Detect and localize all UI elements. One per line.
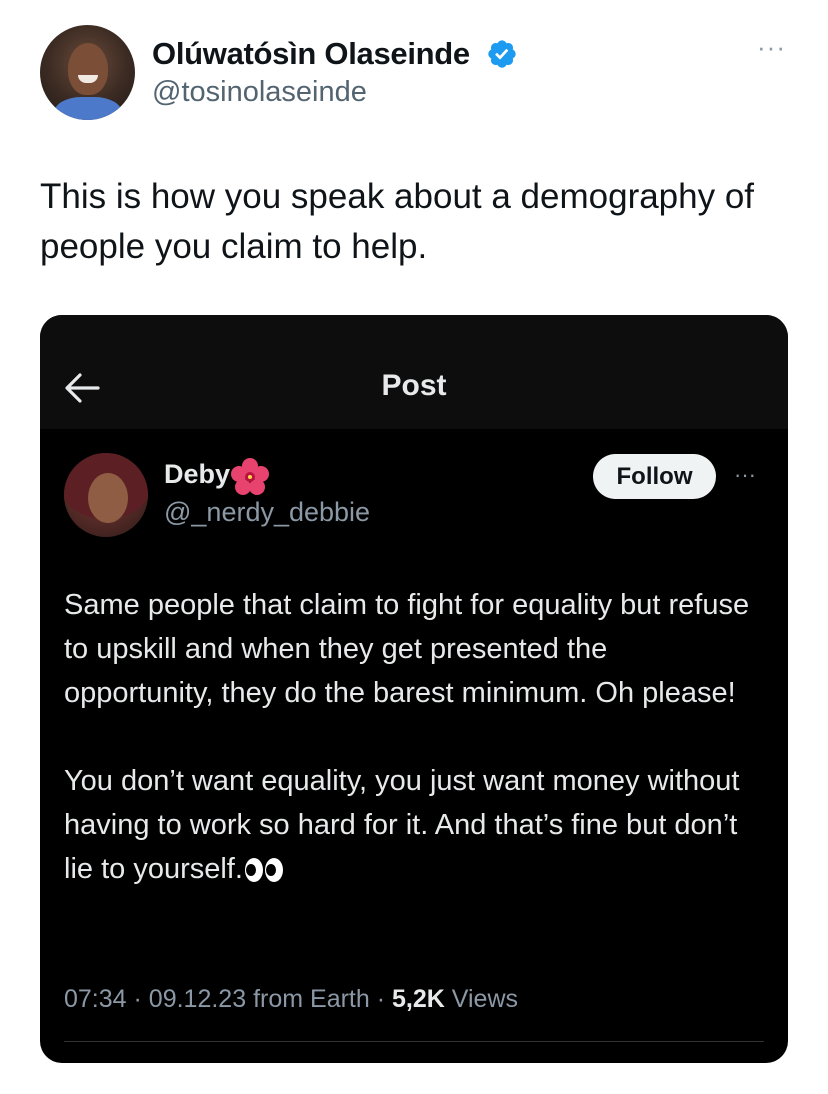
meta-separator: · [133, 985, 142, 1013]
divider [64, 1041, 764, 1042]
embedded-post-title: Post [381, 369, 447, 402]
post-source: from Earth [253, 985, 370, 1013]
post-date: 09.12.23 [148, 985, 247, 1013]
author-name[interactable]: Olúwatósìn Olaseinde [152, 36, 470, 72]
embedded-post-screenshot: Post Deby @_nerdy_debbie Follow ··· Same… [40, 315, 788, 1063]
embedded-author-name[interactable]: Deby [164, 459, 230, 490]
post-time: 07:34 [64, 985, 127, 1013]
follow-button[interactable]: Follow [593, 454, 716, 499]
hibiscus-icon [231, 458, 269, 495]
more-options-button[interactable]: ··· [757, 32, 786, 63]
embedded-post-meta: 07:34 · 09.12.23 from Earth · 5,2K Views [64, 985, 518, 1014]
verified-badge-icon [488, 40, 516, 68]
eyes-icon [244, 858, 283, 882]
embedded-author-handle[interactable]: @_nerdy_debbie [164, 497, 370, 528]
embedded-author-avatar[interactable] [64, 453, 148, 537]
embedded-post-paragraph-2: You don’t want equality, you just want m… [64, 759, 764, 891]
embedded-post-paragraph-2-text: You don’t want equality, you just want m… [64, 765, 740, 885]
embedded-post-paragraph-1: Same people that claim to fight for equa… [64, 589, 750, 709]
author-handle[interactable]: @tosinolaseinde [152, 76, 367, 109]
embedded-post-header: Post [40, 315, 788, 429]
tweet-text: This is how you speak about a demography… [40, 177, 755, 266]
views-count: 5,2K [392, 985, 445, 1013]
embedded-post-body: Same people that claim to fight for equa… [64, 583, 764, 891]
views-label: Views [451, 985, 519, 1013]
embedded-more-options-button[interactable]: ··· [734, 462, 756, 488]
author-avatar[interactable] [40, 25, 135, 120]
meta-separator-2: · [376, 985, 386, 1013]
